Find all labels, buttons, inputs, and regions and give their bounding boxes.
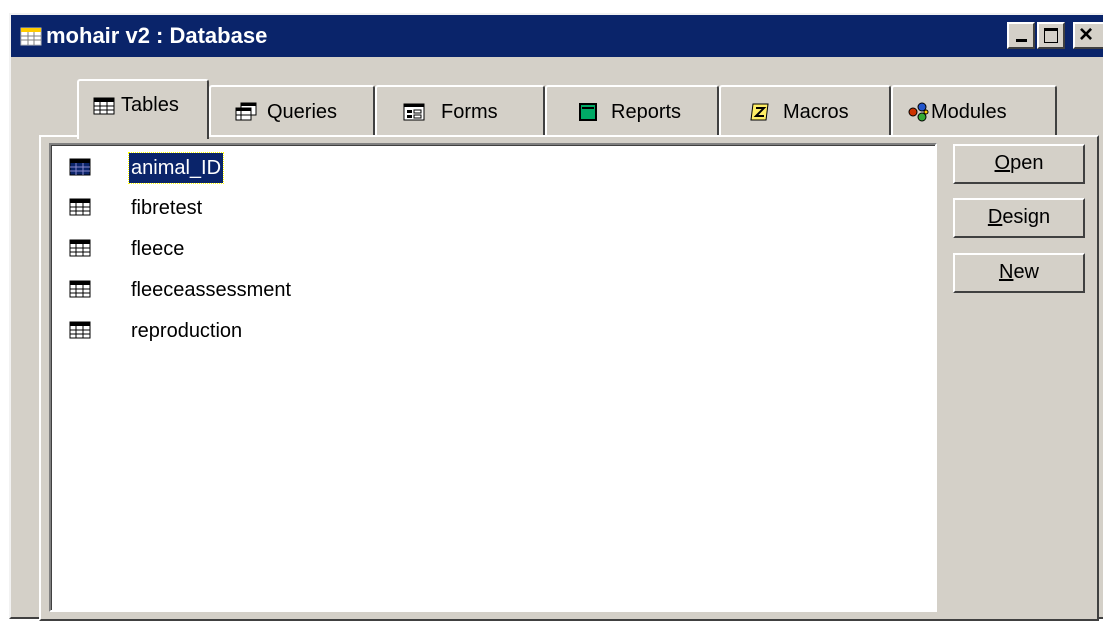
table-icon (69, 158, 91, 176)
tab-forms[interactable]: Forms (375, 85, 545, 135)
design-button[interactable]: Design (953, 198, 1085, 238)
list-item-fibretest[interactable]: fibretest (69, 193, 269, 223)
form-icon (403, 103, 425, 121)
button-label: esign (1002, 206, 1051, 228)
list-item-animal-id[interactable]: animal_ID (69, 152, 269, 184)
tab-label: Modules (931, 101, 1007, 123)
open-button[interactable]: Open (953, 144, 1085, 184)
tab-label: Tables (121, 94, 179, 116)
minimize-button[interactable] (1007, 22, 1035, 49)
list-item-reproduction[interactable]: reproduction (69, 316, 289, 346)
tab-modules[interactable]: Modules (891, 85, 1057, 135)
tab-label: Queries (267, 101, 338, 123)
tab-tables[interactable]: Tables (77, 79, 209, 139)
window-title: mohair v2 : Database (46, 23, 268, 48)
tab-reports[interactable]: Reports (545, 85, 719, 135)
macro-icon (750, 103, 769, 121)
close-button[interactable]: × (1073, 22, 1103, 49)
tab-label: Forms (441, 101, 498, 123)
table-icon (69, 198, 91, 216)
list-item-fleeceassessment[interactable]: fleeceassessment (69, 275, 329, 305)
query-icon (235, 102, 257, 121)
module-icon (908, 102, 929, 122)
tab-label: Reports (611, 101, 682, 123)
list-item-label: reproduction (131, 320, 243, 342)
report-icon (579, 103, 597, 121)
access-key: D (987, 206, 1003, 228)
list-item-label: fleece (131, 238, 185, 260)
tab-label: Macros (783, 101, 849, 123)
button-label: pen (1010, 152, 1044, 174)
list-item-label: animal_ID (127, 152, 225, 184)
access-key: N (998, 261, 1014, 283)
access-key: O (994, 152, 1011, 174)
list-item-label: fleeceassessment (131, 279, 292, 301)
maximize-button[interactable] (1037, 22, 1065, 49)
title-bar[interactable]: mohair v2 : Database × (11, 15, 1103, 57)
tab-macros[interactable]: Macros (719, 85, 891, 135)
object-list[interactable]: animal_ID fibretest fleece fleeceassessm… (49, 143, 937, 612)
close-icon: × (1079, 21, 1094, 48)
table-icon (69, 280, 91, 298)
table-icon (69, 321, 91, 339)
button-label: ew (1013, 261, 1040, 283)
table-icon (93, 97, 115, 115)
database-window: mohair v2 : Database × Tables Queries Fo… (9, 13, 1103, 621)
list-item-fleece[interactable]: fleece (69, 234, 269, 264)
tab-queries[interactable]: Queries (209, 85, 375, 135)
table-icon (69, 239, 91, 257)
list-item-label: fibretest (131, 197, 203, 219)
database-window-icon (20, 27, 42, 46)
new-button[interactable]: New (953, 253, 1085, 293)
